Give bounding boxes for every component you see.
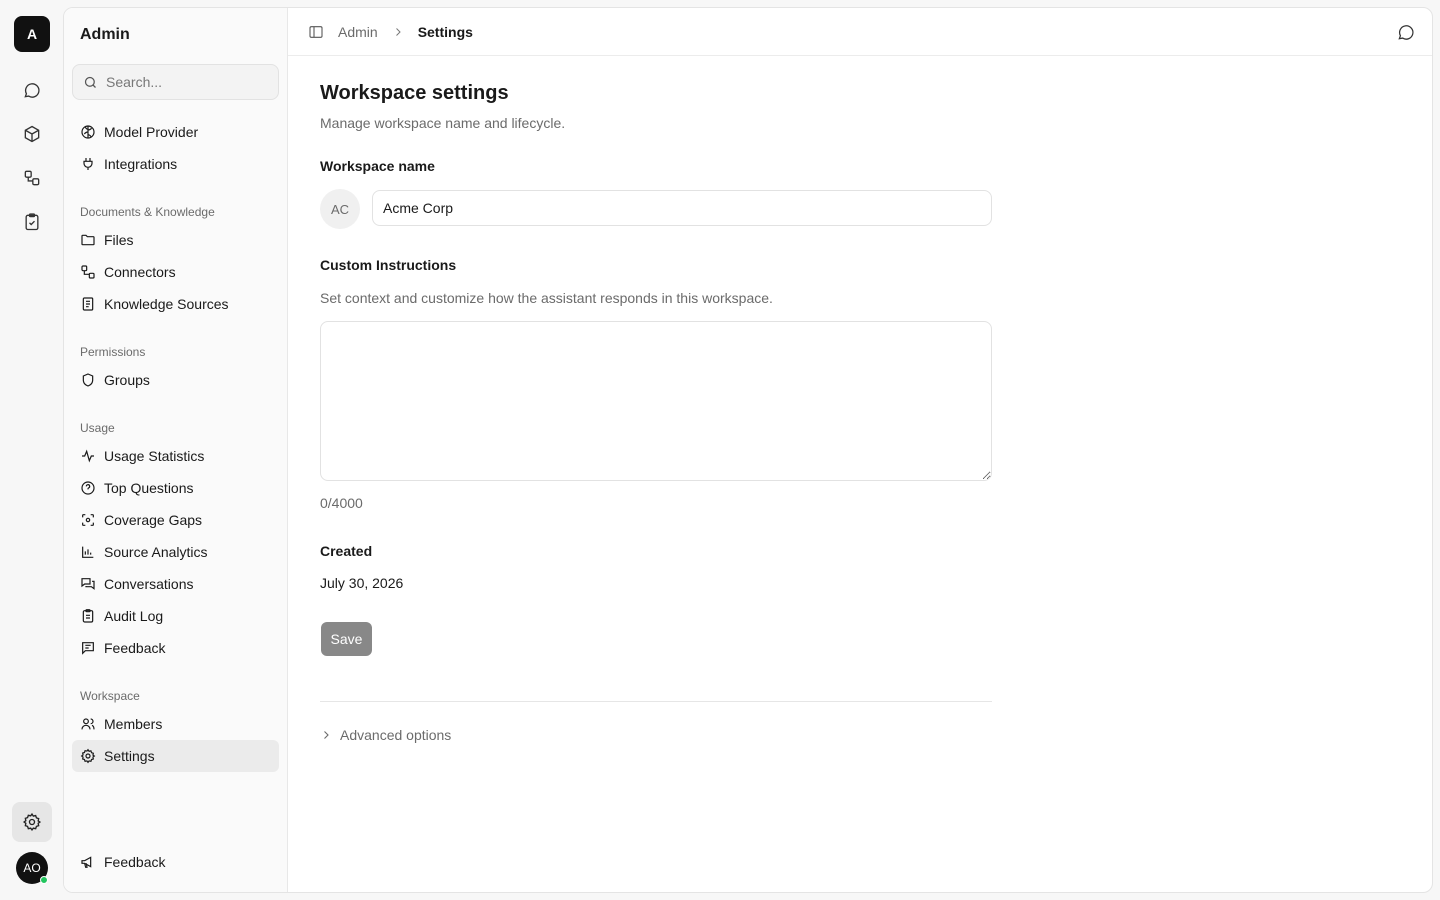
sidebar-item-label: Usage Statistics — [104, 448, 205, 464]
book-icon — [82, 297, 94, 311]
user-avatar[interactable]: AO — [16, 852, 48, 884]
sidebar-item-label: Top Questions — [104, 480, 194, 496]
workspace-name-label: Workspace name — [320, 158, 435, 174]
custom-instructions-help: Set context and customize how the assist… — [320, 290, 773, 306]
brain-icon — [81, 125, 95, 139]
folder-icon — [81, 234, 95, 246]
page-subtitle: Manage workspace name and lifecycle. — [320, 115, 566, 131]
search-input[interactable] — [106, 74, 266, 90]
sidebar-item-integrations[interactable]: Integrations — [72, 148, 279, 180]
question-icon — [81, 481, 95, 495]
sidebar-item-label: Members — [104, 716, 163, 732]
chat-icon[interactable] — [14, 72, 50, 108]
search-icon — [84, 76, 96, 88]
sidebar-item-label: Groups — [104, 372, 150, 388]
workspace-name-input[interactable] — [372, 190, 992, 226]
divider — [320, 701, 992, 702]
sidebar-item-groups[interactable]: Groups — [72, 364, 279, 396]
sidebar-item-settings[interactable]: Settings — [72, 740, 279, 772]
sidebar-item-label: Feedback — [104, 640, 166, 656]
advanced-options-label: Advanced options — [340, 727, 452, 743]
sidebar-item-label: Feedback — [104, 854, 166, 870]
section-label-workspace: Workspace — [80, 689, 140, 703]
bar-chart-icon — [82, 546, 94, 558]
breadcrumb-current: Settings — [417, 23, 473, 40]
sidebar-item-source-analytics[interactable]: Source Analytics — [72, 536, 279, 568]
sidebar-item-label: Coverage Gaps — [104, 512, 203, 528]
gear-icon — [80, 748, 96, 764]
character-count: 0/4000 — [320, 495, 363, 511]
clipboard-check-icon[interactable] — [14, 204, 50, 240]
advanced-options-toggle[interactable]: Advanced options — [320, 727, 451, 743]
user-initials: AO — [23, 861, 41, 875]
sidebar-item-connectors[interactable]: Connectors — [72, 256, 279, 288]
section-label-permissions: Permissions — [80, 345, 146, 359]
sidebar-item-label: Model Provider — [104, 124, 199, 140]
custom-instructions-textarea[interactable] — [320, 321, 992, 481]
page-title: Workspace settings — [320, 82, 509, 104]
sidebar-item-label: Knowledge Sources — [104, 296, 229, 312]
section-label-usage: Usage — [80, 421, 115, 435]
sidebar-item-label: Integrations — [104, 156, 178, 172]
sidebar-item-model-provider[interactable]: Model Provider — [72, 116, 279, 148]
sidebar-item-usage-statistics[interactable]: Usage Statistics — [72, 440, 279, 472]
sidebar-item-label: Files — [104, 232, 134, 248]
chevron-right-icon — [395, 27, 401, 36]
sidebar-toggle-icon[interactable] — [308, 24, 324, 40]
chevron-right-icon — [324, 731, 329, 739]
app-rail: A AO — [0, 0, 64, 900]
shield-icon — [82, 373, 94, 387]
app-logo[interactable]: A — [14, 16, 50, 52]
sidebar-item-coverage-gaps[interactable]: Coverage Gaps — [72, 504, 279, 536]
users-icon — [81, 718, 95, 730]
section-label-documents: Documents & Knowledge — [80, 205, 215, 219]
search-box[interactable] — [72, 64, 279, 100]
breadcrumb-admin[interactable]: Admin — [338, 24, 378, 40]
connectors-icon — [81, 265, 95, 279]
connectors-icon[interactable] — [14, 160, 50, 196]
sidebar-item-label: Source Analytics — [104, 544, 208, 560]
chat-bubble-icon[interactable] — [1396, 22, 1416, 47]
sidebar-item-label: Conversations — [104, 576, 194, 592]
sidebar-item-label: Connectors — [104, 264, 176, 280]
scan-icon — [82, 514, 94, 526]
created-date: July 30, 2026 — [320, 575, 404, 591]
online-status-dot — [40, 876, 48, 884]
sidebar-item-members[interactable]: Members — [72, 708, 279, 740]
gear-icon[interactable] — [12, 802, 52, 842]
sidebar-title: Admin — [80, 26, 130, 43]
plug-icon — [83, 158, 93, 170]
workspace-avatar[interactable]: AC — [320, 189, 360, 229]
sidebar-item-top-questions[interactable]: Top Questions — [72, 472, 279, 504]
sidebar-item-knowledge-sources[interactable]: Knowledge Sources — [72, 288, 279, 320]
sidebar-item-label: Audit Log — [104, 608, 164, 624]
admin-sidebar: Admin Model Provider Integrations Docume… — [64, 8, 288, 892]
save-button[interactable]: Save — [321, 622, 372, 656]
megaphone-icon — [81, 856, 92, 868]
activity-icon — [82, 449, 94, 463]
cube-icon[interactable] — [14, 116, 50, 152]
message-square-icon — [82, 642, 94, 655]
sidebar-item-conversations[interactable]: Conversations — [72, 568, 279, 600]
chats-icon — [81, 578, 95, 590]
created-label: Created — [320, 543, 373, 559]
clipboard-icon — [82, 609, 94, 623]
main-panel: Admin Model Provider Integrations Docume… — [63, 7, 1433, 893]
sidebar-item-label: Settings — [104, 748, 155, 764]
sidebar-footer-feedback[interactable]: Feedback — [72, 846, 279, 878]
sidebar-item-feedback[interactable]: Feedback — [72, 632, 279, 664]
breadcrumb-bar: Admin Settings — [288, 8, 1432, 56]
custom-instructions-label: Custom Instructions — [320, 257, 457, 273]
sidebar-item-files[interactable]: Files — [72, 224, 279, 256]
sidebar-item-audit-log[interactable]: Audit Log — [72, 600, 279, 632]
